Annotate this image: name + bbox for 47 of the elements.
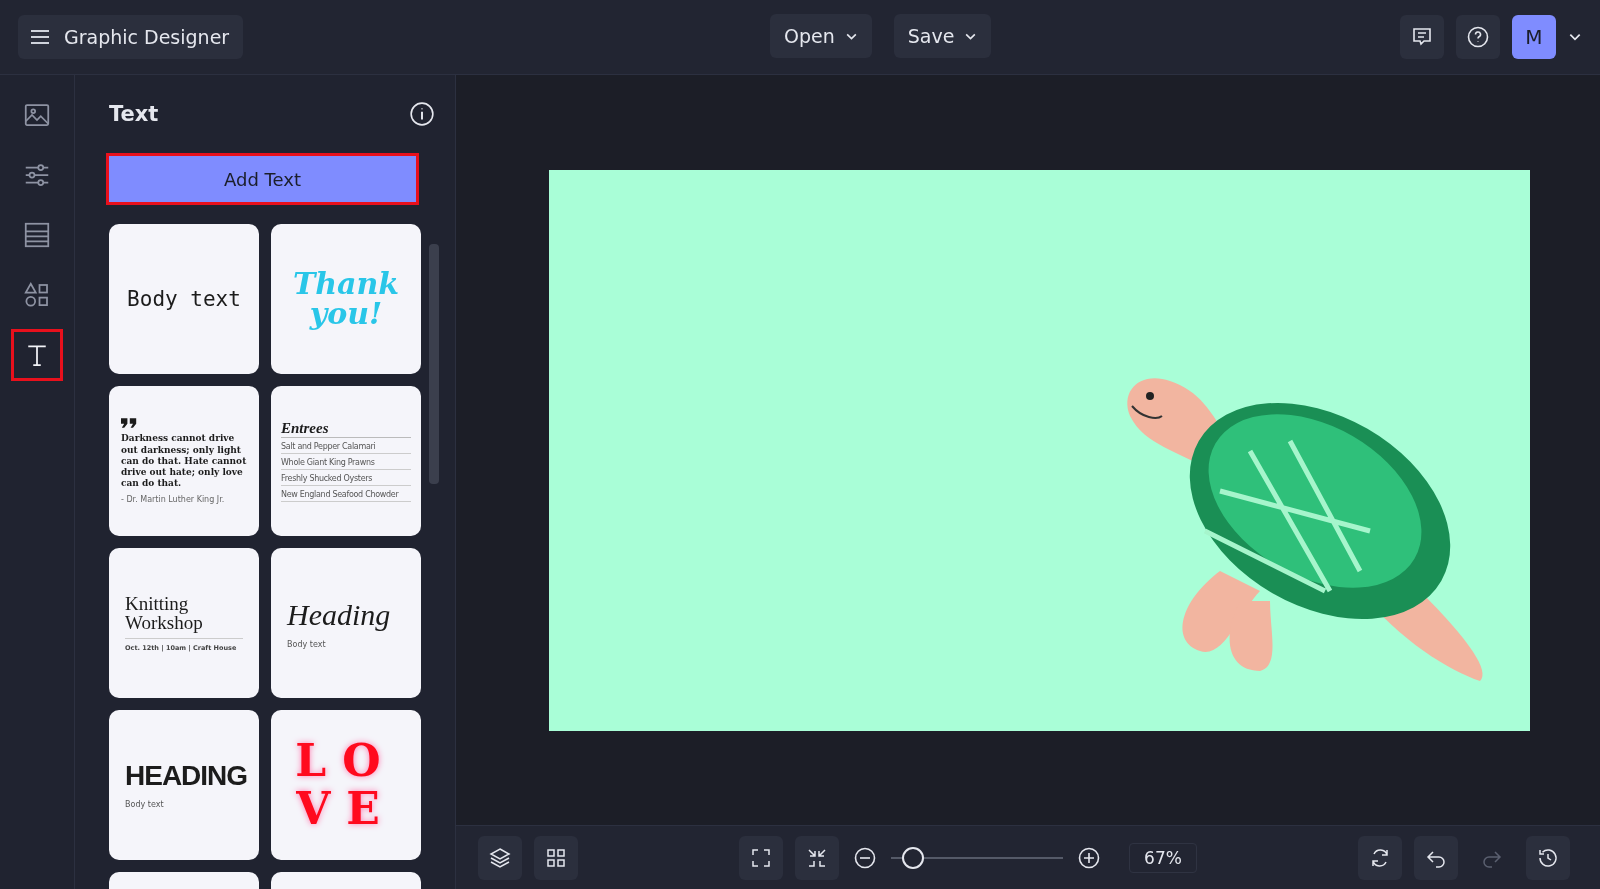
- template-card[interactable]: Entrees Salt and Pepper Calamari Whole Giant King Prawns Freshly Shucked Oysters New England Seafood Chowder: [271, 386, 421, 536]
- menu-item: Whole Giant King Prawns: [281, 456, 411, 470]
- panel-title: Text: [109, 102, 159, 126]
- layout-icon: [22, 220, 52, 250]
- quote-text: Darkness cannot drive out darkness; only light can do that. Hate cannot drive out hate; only love can do that.: [121, 433, 247, 490]
- event-title: Knitting Workshop: [125, 594, 243, 639]
- layers-button[interactable]: [478, 835, 522, 880]
- body-text: Body text: [125, 799, 165, 809]
- heading-text: Heading: [287, 597, 392, 632]
- fit-button[interactable]: [795, 835, 840, 880]
- template-card[interactable]: HEADING Body text: [109, 710, 259, 860]
- slider-thumb[interactable]: [902, 846, 925, 869]
- sync-button[interactable]: [1358, 835, 1402, 880]
- zoom-in-icon[interactable]: [1077, 845, 1102, 870]
- user-avatar[interactable]: M: [1512, 15, 1556, 59]
- grid-button[interactable]: [534, 835, 578, 880]
- love-text: LO: [294, 737, 398, 784]
- app-menu-button[interactable]: Graphic Designer: [18, 15, 244, 59]
- sample-text: Body text: [126, 287, 242, 311]
- template-card[interactable]: Heading Body text: [271, 548, 421, 698]
- help-icon: [1466, 25, 1490, 49]
- app-title: Graphic Designer: [64, 26, 230, 48]
- menu-item: New England Seafood Chowder: [281, 488, 411, 502]
- quote-attribution: - Dr. Martin Luther King Jr.: [121, 494, 226, 504]
- info-icon[interactable]: [409, 101, 435, 127]
- help-button[interactable]: [1456, 15, 1500, 59]
- comments-button[interactable]: [1400, 15, 1444, 59]
- menu-item: Salt and Pepper Calamari: [281, 440, 411, 454]
- zoom-percentage[interactable]: 67%: [1129, 842, 1197, 873]
- add-text-button[interactable]: Add Text: [106, 153, 419, 205]
- layers-icon: [488, 845, 512, 870]
- template-card[interactable]: Body text: [109, 224, 259, 374]
- template-card[interactable]: Darkness cannot drive out darkness; only light can do that. Hate cannot drive out hate; only love can do that. - Dr. Martin Luther King Jr.: [109, 386, 259, 536]
- love-text: VE: [295, 786, 397, 833]
- quote-icon: [121, 418, 137, 429]
- body-text: Body text: [287, 639, 327, 649]
- menu-item: Freshly Shucked Oysters: [281, 472, 411, 486]
- template-card[interactable]: LO VE: [271, 710, 421, 860]
- dropdown-menu-button[interactable]: Save: [893, 14, 992, 58]
- fullscreen-button[interactable]: [739, 835, 784, 880]
- menu-heading: Entrees: [281, 420, 411, 438]
- dropdown-menu-button[interactable]: Open: [770, 14, 872, 58]
- undo-button[interactable]: [1414, 835, 1458, 880]
- sidebar-tool[interactable]: [11, 329, 63, 381]
- sample-text: Thank you!: [291, 269, 401, 329]
- zoom-out-icon[interactable]: [853, 845, 878, 870]
- history-button[interactable]: [1526, 835, 1570, 880]
